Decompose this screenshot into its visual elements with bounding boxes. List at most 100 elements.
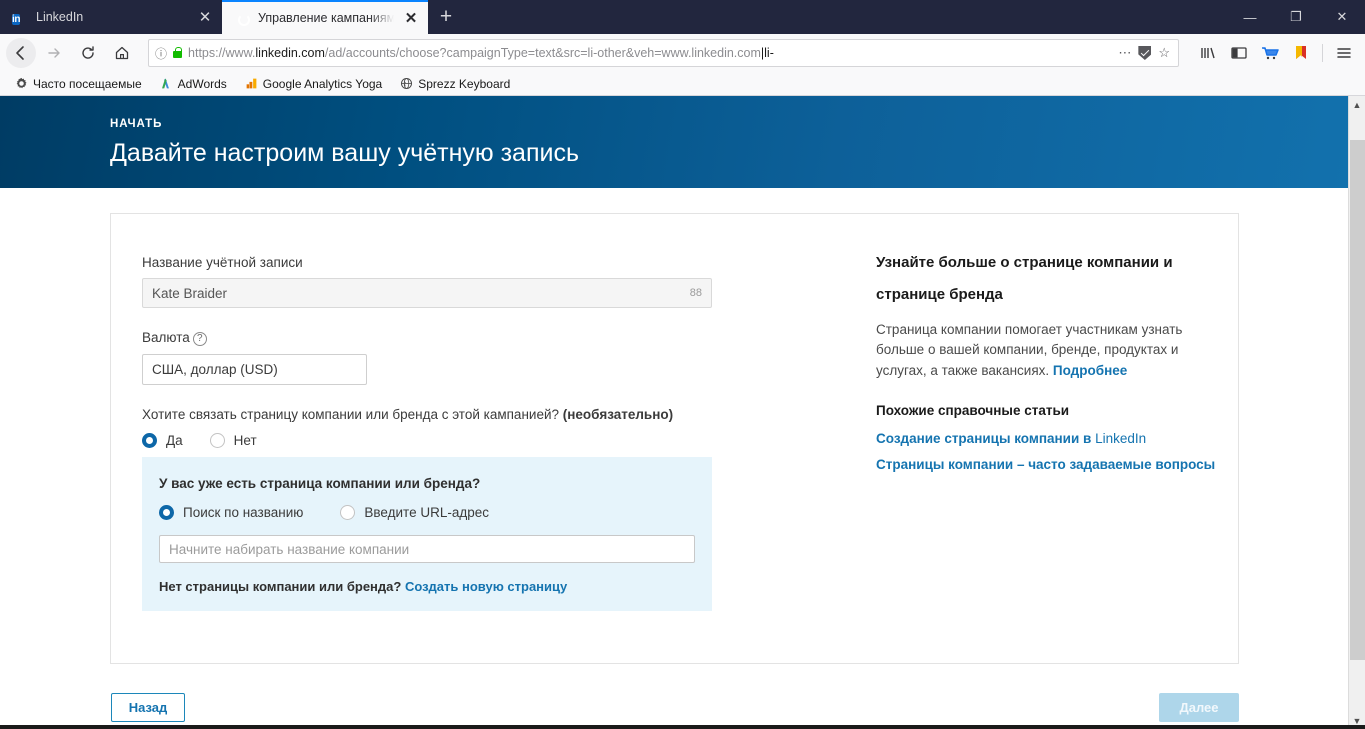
account-name-label: Название учётной записи [142,255,303,270]
address-bar[interactable]: ⓘ https://www.linkedin.com/ad/accounts/c… [148,39,1179,67]
company-panel-footer-text: Нет страницы компании или бренда? [159,579,405,594]
tab-title: LinkedIn [36,10,84,24]
toolbar-divider [1322,44,1323,62]
navigation-toolbar: ⓘ https://www.linkedin.com/ad/accounts/c… [0,34,1365,72]
company-search-mode-group: Поиск по названию Введите URL-адрес [159,505,695,520]
account-name-input[interactable]: Kate Braider 88 [142,278,712,308]
related-articles-list: Создание страницы компании в LinkedIn Ст… [876,429,1216,476]
radio-option-enter-url[interactable]: Введите URL-адрес [340,505,489,520]
page-info-icon[interactable]: ⓘ [155,45,167,62]
reload-icon[interactable] [72,38,104,68]
bookmark-star-icon[interactable]: ☆ [1158,45,1170,61]
radio-option-yes[interactable]: Да [142,433,183,448]
bookmarks-bar: Часто посещаемые AdWords Google Analytic… [0,72,1365,96]
radio-indicator-selected [159,505,174,520]
bookmark-label: Google Analytics Yoga [262,76,383,91]
close-window-button[interactable]: ✕ [1319,0,1365,34]
browser-window: in LinkedIn ✕ Управление кампаниями в Li… [0,0,1365,729]
account-name-value: Kate Braider [152,285,228,301]
home-icon[interactable] [106,38,138,68]
company-panel-heading: У вас уже есть страница компании или бре… [159,476,481,491]
currency-label: Валюта? [142,330,742,346]
library-icon[interactable] [1193,38,1223,68]
back-button[interactable]: Назад [111,693,185,722]
page-title: Давайте настроим вашу учётную запись [110,139,579,167]
next-button: Далее [1159,693,1239,722]
close-icon[interactable]: ✕ [402,9,420,27]
url-text: https://www.linkedin.com/ad/accounts/cho… [188,46,774,60]
link-company-page-group: Хотите связать страницу компании или бре… [142,407,742,448]
close-icon[interactable]: ✕ [196,8,214,26]
back-icon[interactable] [6,38,36,68]
window-bottom-edge [0,725,1365,729]
forward-icon[interactable] [38,38,70,68]
browser-tab-linkedin[interactable]: in LinkedIn ✕ [0,0,222,34]
related-article-link-2[interactable]: Страницы компании – часто задаваемые воп… [876,455,1216,476]
radio-label: Введите URL-адрес [364,505,489,520]
vertical-scrollbar[interactable]: ▲ ▼ [1348,96,1365,729]
company-search-placeholder: Начните набирать название компании [169,541,410,557]
browser-toolbar-icons [1189,38,1359,68]
help-body: Страница компании помогает участникам уз… [876,320,1216,381]
radio-option-no[interactable]: Нет [209,433,257,448]
related-articles-title: Похожие справочные статьи [876,402,1070,418]
account-name-group: Название учётной записи Kate Braider 88 [142,255,742,308]
currency-value: США, доллар (USD) [152,362,278,377]
pocket-bookmark-icon[interactable] [1286,38,1316,68]
bookmark-google-analytics-yoga[interactable]: Google Analytics Yoga [238,75,389,93]
shopping-cart-icon[interactable] [1255,38,1285,68]
setup-form: Название учётной записи Kate Braider 88 … [142,255,742,611]
tracking-protection-icon[interactable] [1138,46,1152,60]
currency-label-text: Валюта [142,330,190,345]
bookmark-sprezz-keyboard[interactable]: Sprezz Keyboard [393,75,517,93]
url-domain: linkedin.com [255,46,325,60]
link-company-question: Хотите связать страницу компании или бре… [142,407,742,422]
radio-label: Нет [233,433,257,448]
url-path: /ad/accounts/choose?campaignType=text&sr… [324,46,761,60]
linkedin-account-setup-page: НАЧАТЬ Давайте настроим вашу учётную зап… [0,96,1348,729]
bookmark-label: AdWords [177,76,227,91]
link-company-question-emphasis: (необязательно) [562,407,674,422]
new-tab-button[interactable]: + [428,0,464,34]
related-article-text: Создание страницы компании в [876,430,1096,446]
hero-kicker: НАЧАТЬ [110,118,163,130]
bookmark-adwords[interactable]: AdWords [153,75,234,93]
sidebar-icon[interactable] [1224,38,1254,68]
related-article-text: Страницы компании – часто задаваемые воп… [876,456,1216,472]
create-new-page-link[interactable]: Создать новую страницу [405,579,567,594]
related-article-link-1[interactable]: Создание страницы компании в LinkedIn [876,429,1216,450]
question-mark-icon[interactable]: ? [192,332,207,346]
help-body-text: Страница компании помогает участникам уз… [876,322,1183,378]
setup-card: Название учётной записи Kate Braider 88 … [110,213,1239,664]
currency-select[interactable]: США, доллар (USD) [142,354,367,385]
page-viewport: НАЧАТЬ Давайте настроим вашу учётную зап… [0,96,1365,729]
radio-indicator [209,433,225,448]
globe-icon [401,77,413,90]
help-sidebar: Узнайте больше о странице компании и стр… [876,247,1216,481]
minimize-button[interactable]: — [1227,0,1273,34]
company-search-input[interactable]: Начните набирать название компании [159,535,695,563]
company-page-panel: У вас уже есть страница компании или бре… [142,457,712,611]
learn-more-link[interactable]: Подробнее [1053,363,1127,378]
bookmark-label: Sprezz Keyboard [418,76,511,91]
gear-icon [16,77,27,89]
scroll-up-icon[interactable]: ▲ [1349,96,1365,113]
analytics-icon [246,78,257,89]
currency-group: Валюта? США, доллар (USD) [142,330,742,385]
scrollbar-thumb[interactable] [1350,140,1365,660]
campaign-target-icon [234,10,250,26]
radio-indicator [340,505,356,520]
radio-label: Поиск по названию [183,505,304,520]
secure-lock-icon [173,46,183,58]
page-actions-icon[interactable]: ⋯ [1118,45,1131,61]
bookmark-frequently-visited[interactable]: Часто посещаемые [8,75,149,93]
tab-strip: in LinkedIn ✕ Управление кампаниями в Li… [0,0,1365,34]
browser-tab-campaign-manager[interactable]: Управление кампаниями в LinkedIn ✕ [222,0,428,34]
page-hero-banner: НАЧАТЬ Давайте настроим вашу учётную зап… [0,96,1348,188]
radio-option-search-by-name[interactable]: Поиск по названию [159,505,303,520]
url-tail: |li- [760,46,774,60]
app-menu-icon[interactable] [1329,38,1359,68]
linkedin-icon: in [12,14,21,25]
help-title: Узнайте больше о странице компании и стр… [876,254,1173,303]
maximize-button[interactable]: ❐ [1273,0,1319,34]
